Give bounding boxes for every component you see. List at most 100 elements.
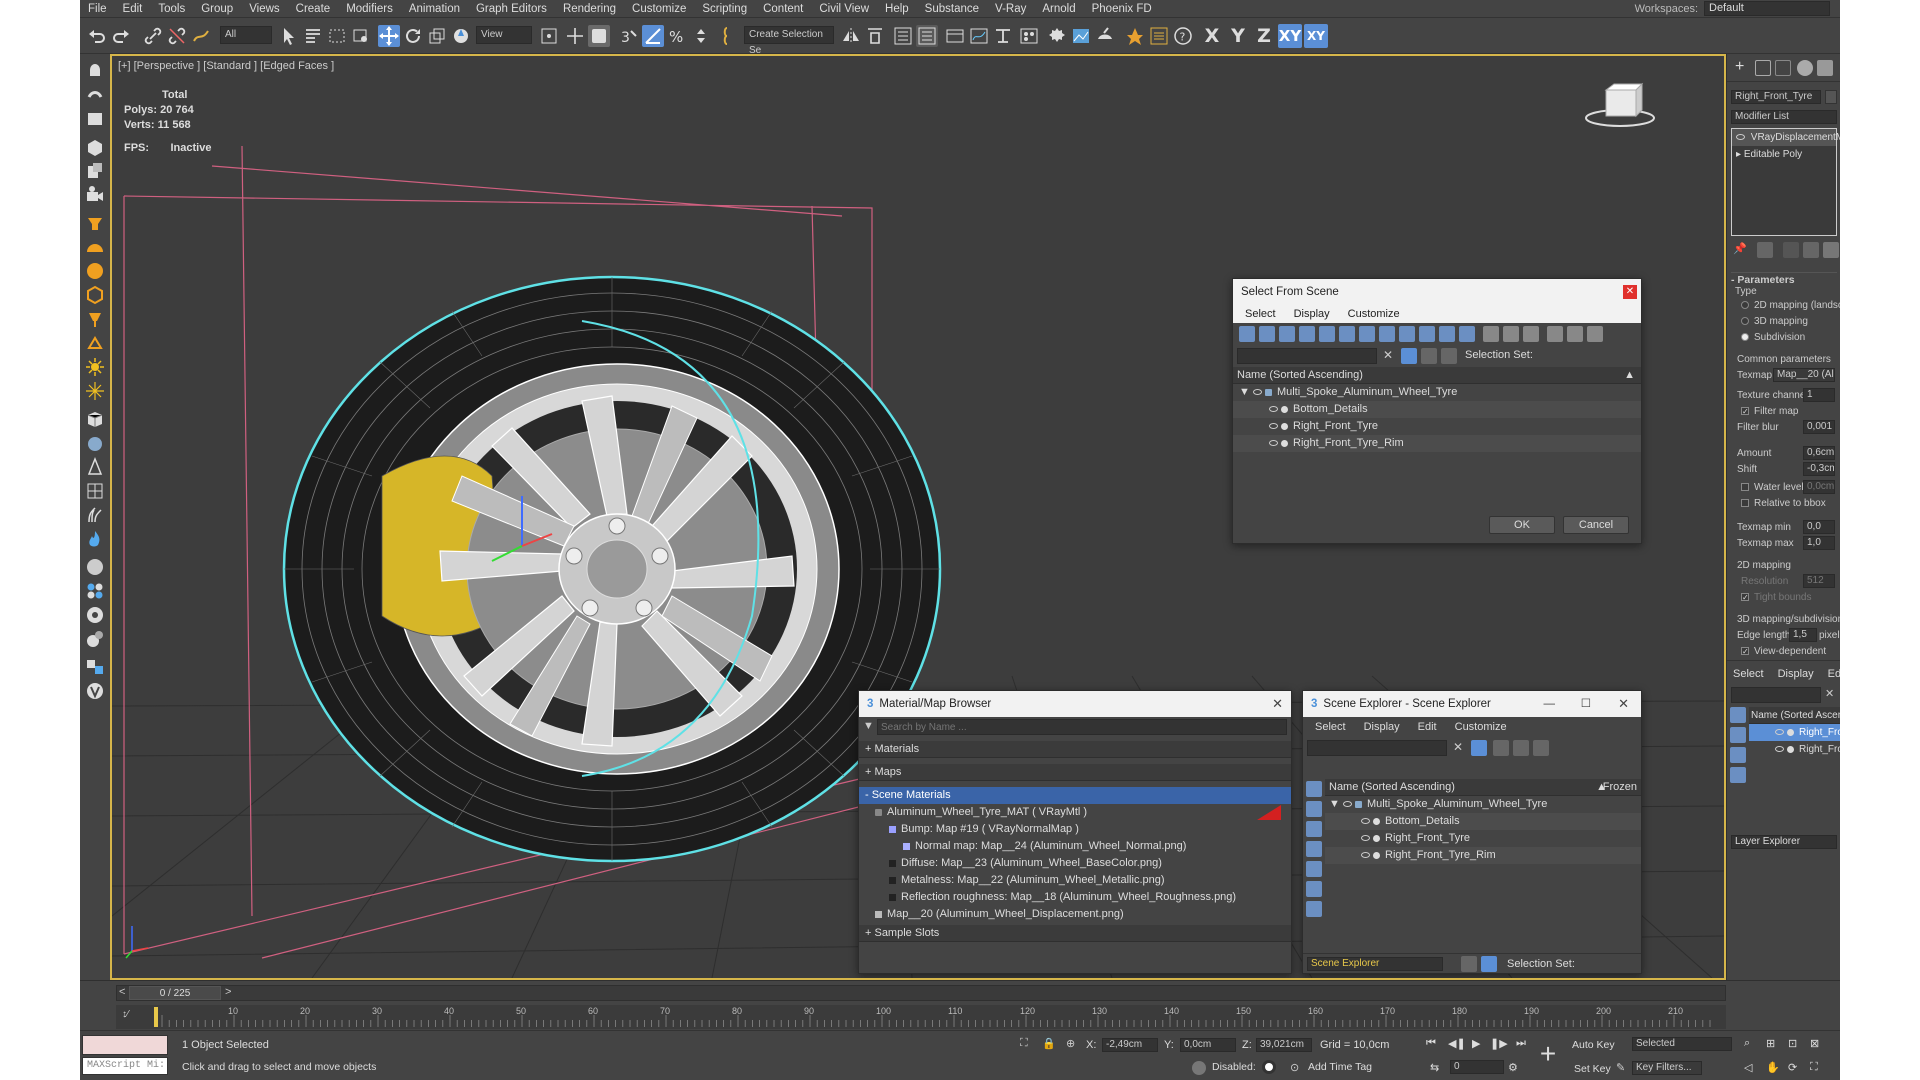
track-bar[interactable]: ↕⁄ 10 20 30 40 50 60 70 80 90 100 110 120 130 140 150 1…	[116, 1005, 1726, 1029]
mirror-icon[interactable]	[840, 25, 862, 47]
filter-hidden-icon[interactable]	[1459, 326, 1475, 342]
extrude-icon[interactable]	[84, 160, 106, 182]
select-object-icon[interactable]	[278, 25, 300, 47]
render-setup-icon[interactable]	[1046, 25, 1068, 47]
tree-row[interactable]: ▼ Multi_Spoke_Aluminum_Wheel_Tyre	[1325, 796, 1641, 813]
le-menu-display[interactable]: Display	[1778, 668, 1814, 680]
go-to-end-icon[interactable]: ⏭	[1516, 1037, 1526, 1050]
menu-phoenix-fd[interactable]: Phoenix FD	[1084, 3, 1160, 15]
filter-spacewarps-icon[interactable]	[1306, 881, 1322, 897]
amount-spinner[interactable]: 0,6cm	[1803, 446, 1835, 460]
se-menu-customize[interactable]: Customize	[1455, 721, 1507, 733]
filter-spacewarps-icon[interactable]	[1339, 326, 1355, 342]
move-icon[interactable]	[378, 25, 400, 47]
hierarchy-icon[interactable]	[1513, 740, 1529, 756]
filter-shapes-icon[interactable]	[1730, 727, 1746, 743]
modifier-stack-item[interactable]: ▸ Editable Poly	[1732, 146, 1836, 163]
filter-funnel-icon[interactable]	[1471, 740, 1487, 756]
find-case-sensitive-icon[interactable]	[1401, 348, 1417, 364]
menu-views[interactable]: Views	[241, 3, 287, 15]
filter-lights-icon[interactable]	[1730, 747, 1746, 763]
le-menu-select[interactable]: Select	[1733, 668, 1764, 680]
sfs-menu-select[interactable]: Select	[1245, 308, 1276, 320]
key-mode-icon[interactable]: ⇆	[1430, 1061, 1439, 1074]
reference-coordinate-dropdown[interactable]: View	[476, 26, 532, 44]
filter-shapes-icon[interactable]	[1306, 801, 1322, 817]
water-level-spinner[interactable]: 0,0cm	[1803, 480, 1835, 494]
zoom-extents-icon[interactable]: ⊡	[1788, 1037, 1797, 1050]
le-menu-edit[interactable]: Edit	[1828, 668, 1840, 680]
filter-containers-icon[interactable]	[1419, 326, 1435, 342]
percent-snap-icon[interactable]: %	[666, 25, 688, 47]
filter-lights-icon[interactable]	[1279, 326, 1295, 342]
water-level-checkbox[interactable]: Water level	[1741, 482, 1804, 493]
filter-cameras-icon[interactable]	[1306, 841, 1322, 857]
make-unique-icon[interactable]	[1783, 242, 1799, 258]
redo-icon[interactable]	[110, 25, 132, 47]
hierarchy-tab-icon[interactable]	[1775, 60, 1791, 76]
type-subdivision-radio[interactable]: Subdivision	[1741, 332, 1805, 343]
restrict-y-button[interactable]: Y	[1226, 24, 1250, 48]
helper-icon[interactable]	[84, 604, 106, 626]
layers-toggle-icon[interactable]	[1461, 956, 1477, 972]
group-scene-materials[interactable]: - Scene Materials	[859, 787, 1291, 804]
key-filter-icon[interactable]: ✎	[1616, 1061, 1625, 1074]
layer-row[interactable]: Right_Front_Tyre	[1749, 724, 1840, 741]
filter-geometry-icon[interactable]	[1730, 707, 1746, 723]
menu-help[interactable]: Help	[877, 3, 917, 15]
next-frame-icon[interactable]: ❚▶	[1490, 1037, 1508, 1050]
disabled-toggle[interactable]	[1262, 1060, 1276, 1074]
named-selection-dropdown[interactable]: Create Selection Se	[744, 26, 834, 56]
view-dependent-checkbox[interactable]: ✓ View-dependent	[1741, 646, 1826, 657]
sphere-gray-icon[interactable]	[84, 556, 106, 578]
display-tab-icon[interactable]	[1817, 60, 1833, 76]
group-sample-slots[interactable]: + Sample Slots	[859, 925, 1291, 942]
object-color-swatch[interactable]	[1825, 90, 1837, 104]
tree-row[interactable]: Bottom_Details	[1325, 813, 1641, 830]
time-tag-icon[interactable]: ⊙	[1290, 1061, 1299, 1074]
region-icon[interactable]	[84, 108, 106, 130]
clear-search-icon[interactable]: ✕	[1453, 740, 1463, 754]
tree-row[interactable]: Right_Front_Tyre	[1233, 418, 1641, 435]
cloth-icon[interactable]	[84, 480, 106, 502]
expand-arrow-icon[interactable]: ▼	[1239, 386, 1250, 398]
invert-selection-icon[interactable]	[1523, 326, 1539, 342]
se-frozen-column[interactable]: Frozen	[1603, 779, 1637, 796]
layer-row[interactable]: Right_Front_Tyre	[1749, 741, 1840, 758]
material-item[interactable]: Normal map: Map__24 (Aluminum_Wheel_Norm…	[859, 838, 1291, 855]
motion-tab-icon[interactable]	[1797, 60, 1813, 76]
eye-icon[interactable]	[1775, 746, 1784, 753]
filter-frozen-icon[interactable]	[1439, 326, 1455, 342]
filter-options-icon[interactable]	[1567, 326, 1583, 342]
sfs-menu-display[interactable]: Display	[1294, 308, 1330, 320]
menu-create[interactable]: Create	[288, 3, 339, 15]
align-icon[interactable]	[864, 25, 886, 47]
render-production-icon[interactable]	[1094, 25, 1116, 47]
menu-file[interactable]: File	[80, 3, 115, 15]
z-coordinate-field[interactable]: 39,021cm	[1256, 1038, 1312, 1052]
bone-icon[interactable]	[84, 456, 106, 478]
object-name-field[interactable]: Right_Front_Tyre	[1731, 90, 1821, 104]
zoom-icon[interactable]: ⌕	[1744, 1037, 1750, 1050]
rectangular-selection-icon[interactable]	[326, 25, 348, 47]
layer-icon[interactable]	[1533, 740, 1549, 756]
camera-icon[interactable]	[84, 184, 106, 206]
material-item[interactable]: Reflection roughness: Map__18 (Aluminum_…	[859, 889, 1291, 906]
time-configuration-icon[interactable]: ⚙	[1508, 1061, 1518, 1074]
maximize-viewport-icon[interactable]: ⛶	[1810, 1061, 1818, 1074]
next-frame-arrow-icon[interactable]: >	[225, 986, 231, 998]
menu-edit[interactable]: Edit	[115, 3, 151, 15]
eye-icon[interactable]	[1736, 134, 1745, 141]
teapot-icon[interactable]	[84, 432, 106, 454]
previous-frame-icon[interactable]: ◀❚	[1448, 1037, 1466, 1050]
menu-content[interactable]: Content	[755, 3, 811, 15]
filter-funnel-icon[interactable]	[1547, 326, 1563, 342]
le-search-input[interactable]	[1731, 687, 1821, 703]
material-search-input[interactable]	[877, 719, 1287, 735]
curve-editor-icon[interactable]	[968, 25, 990, 47]
add-time-tag-button[interactable]: Add Time Tag	[1308, 1061, 1372, 1073]
se-menu-edit[interactable]: Edit	[1418, 721, 1437, 733]
key-selection-set-dropdown[interactable]: Selected	[1632, 1037, 1732, 1051]
menu-tools[interactable]: Tools	[150, 3, 193, 15]
vray-logo-icon[interactable]	[84, 680, 106, 702]
